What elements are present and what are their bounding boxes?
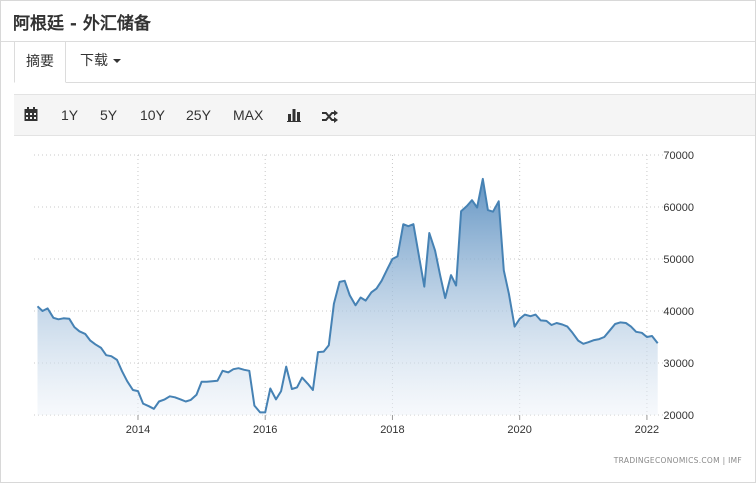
series-area (37, 178, 658, 415)
y-tick-label: 30000 (663, 358, 694, 370)
source-credit: TRADINGECONOMICS.COM | IMF (613, 456, 742, 465)
x-tick-label: 2022 (635, 424, 659, 436)
x-tick-label: 2020 (507, 424, 531, 436)
range-10y-button[interactable]: 10Y (140, 95, 165, 135)
page-title: 阿根廷 - 外汇储备 (13, 14, 151, 34)
chart-toolbar: 1Y 5Y 10Y 25Y MAX (14, 94, 755, 136)
x-tick-label: 2014 (126, 424, 150, 436)
tab-summary-label: 摘要 (26, 54, 54, 70)
range-max-button[interactable]: MAX (233, 95, 263, 135)
bar-chart-icon[interactable] (287, 107, 301, 126)
shuffle-icon[interactable] (322, 108, 338, 127)
y-tick-label: 70000 (663, 150, 694, 162)
y-tick-label: 50000 (663, 254, 694, 266)
calendar-icon[interactable] (24, 107, 38, 126)
tab-summary[interactable]: 摘要 (14, 41, 66, 83)
caret-down-icon (113, 59, 121, 63)
y-tick-label: 20000 (663, 410, 694, 422)
tab-download-label: 下载 (80, 53, 108, 69)
x-tick-label: 2018 (380, 424, 404, 436)
area-chart: 20000 30000 40000 50000 60000 70000 2014 2016 20… (34, 150, 742, 465)
range-5y-button[interactable]: 5Y (100, 95, 117, 135)
tab-bar: 摘要 下载 (14, 41, 755, 83)
range-25y-button[interactable]: 25Y (186, 95, 211, 135)
title-bar: 阿根廷 - 外汇储备 (1, 1, 755, 42)
x-tick-label: 2016 (253, 424, 277, 436)
y-tick-label: 60000 (663, 202, 694, 214)
range-1y-button[interactable]: 1Y (61, 95, 78, 135)
y-tick-label: 40000 (663, 306, 694, 318)
tab-download[interactable]: 下载 (80, 41, 121, 82)
page-frame: 阿根廷 - 外汇储备 摘要 下载 1Y 5Y 10Y 25Y MAX 20000… (0, 0, 756, 483)
chart-area: 20000 30000 40000 50000 60000 70000 2014 2016 20… (14, 135, 755, 471)
